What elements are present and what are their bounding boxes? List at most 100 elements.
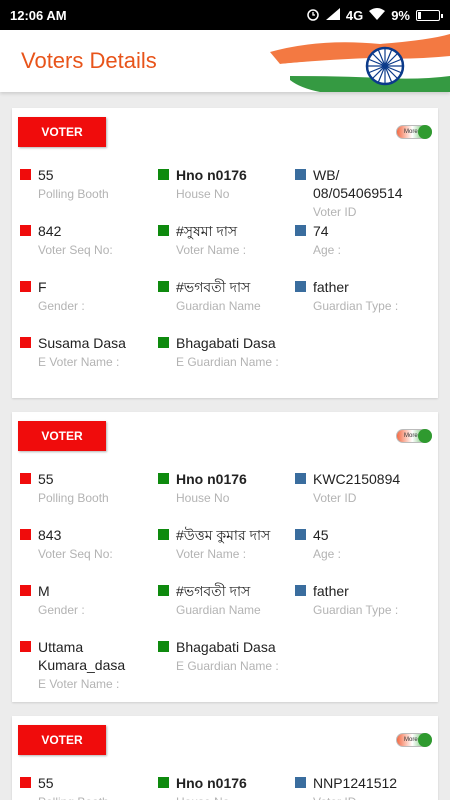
page-title: Voters Details: [21, 48, 157, 73]
field-label: Age :: [313, 243, 342, 257]
red-square-icon: [20, 641, 31, 652]
voter-field: #উত্তম কুমার দাস Voter Name :: [156, 526, 293, 582]
voter-field: #ভগবতী দাস Guardian Name: [156, 278, 293, 334]
field-value: father: [313, 583, 349, 599]
voter-field: Bhagabati Dasa E Guardian Name :: [156, 334, 293, 390]
field-label: Voter Seq No:: [38, 547, 113, 561]
green-square-icon: [158, 473, 169, 484]
field-value: 45: [313, 527, 329, 543]
voter-field: #সুষমা দাস Voter Name :: [156, 222, 293, 278]
voter-field: Hno n0176 House No: [156, 774, 293, 800]
voter-field: 843 Voter Seq No:: [18, 526, 156, 582]
field-value: father: [313, 279, 349, 295]
voter-field: Bhagabati Dasa E Guardian Name :: [156, 638, 293, 694]
card-header: VOTER More: [18, 116, 432, 148]
field-value: WB/ 08/054069514: [313, 167, 403, 201]
green-square-icon: [158, 641, 169, 652]
app-bar: Voters Details: [0, 30, 450, 92]
green-square-icon: [158, 585, 169, 596]
field-label: Guardian Type :: [313, 299, 399, 313]
more-toggle[interactable]: More: [396, 429, 432, 443]
network-type: 4G: [345, 7, 364, 23]
field-value: #সুষমা দাস: [176, 223, 238, 239]
voter-field: M Gender :: [18, 582, 156, 638]
field-label: E Guardian Name :: [176, 355, 279, 369]
field-value: 74: [313, 223, 329, 239]
card-header: VOTER More: [18, 420, 432, 452]
voter-field: #ভগবতী দাস Guardian Name: [156, 582, 293, 638]
battery-icon: [416, 9, 443, 21]
field-value: F: [38, 279, 47, 295]
field-value: 55: [38, 471, 54, 487]
red-square-icon: [20, 473, 31, 484]
card-header: VOTER More: [18, 724, 432, 756]
field-value: #উত্তম কুমার দাস: [176, 527, 271, 543]
red-square-icon: [20, 777, 31, 788]
voter-list: VOTER More 55 Polling Booth Hno n0176 House N…: [0, 92, 450, 800]
field-value: 842: [38, 223, 62, 239]
field-value: NNP1241512: [313, 775, 398, 791]
field-label: Polling Booth: [38, 187, 109, 201]
red-square-icon: [20, 169, 31, 180]
status-bar: 12:06 AM 4G 9%: [0, 0, 450, 30]
green-square-icon: [158, 777, 169, 788]
voter-field: father Guardian Type :: [293, 582, 430, 638]
field-label: House No: [176, 187, 230, 201]
battery-percent: 9%: [391, 7, 410, 23]
field-value: 55: [38, 167, 54, 183]
green-square-icon: [158, 225, 169, 236]
voter-field: Susama Dasa E Voter Name :: [18, 334, 156, 390]
red-square-icon: [20, 337, 31, 348]
field-label: E Voter Name :: [38, 355, 120, 369]
voter-card: VOTER More 55 Polling Booth Hno n0176 House N…: [12, 108, 438, 398]
field-value: Hno n0176: [176, 775, 247, 791]
more-toggle[interactable]: More: [396, 125, 432, 139]
field-label: House No: [176, 491, 230, 505]
field-value: Bhagabati Dasa: [176, 639, 276, 655]
voter-button[interactable]: VOTER: [18, 725, 106, 755]
status-icons: 4G 9%: [306, 7, 443, 24]
field-value: Hno n0176: [176, 471, 247, 487]
voter-field: 842 Voter Seq No:: [18, 222, 156, 278]
field-value: #ভগবতী দাস: [176, 583, 251, 599]
red-square-icon: [20, 529, 31, 540]
field-label: Voter ID: [313, 795, 430, 800]
wifi-icon: [369, 7, 386, 23]
field-label: Polling Booth: [38, 491, 109, 505]
voter-fields: 55 Polling Booth Hno n0176 House No WB/ 08/0…: [18, 166, 432, 390]
alarm-icon: [306, 7, 320, 24]
green-square-icon: [158, 529, 169, 540]
field-label: Guardian Name: [176, 299, 261, 313]
field-label: Voter ID: [313, 205, 357, 219]
green-square-icon: [158, 337, 169, 348]
field-label: Guardian Type :: [313, 603, 399, 617]
voter-field: 45 Age :: [293, 526, 430, 582]
voter-field: WB/ 08/054069514 Voter ID: [293, 166, 430, 222]
voter-button[interactable]: VOTER: [18, 421, 106, 451]
signal-icon: [325, 7, 340, 23]
field-label: E Guardian Name :: [176, 659, 279, 673]
field-value: #ভগবতী দাস: [176, 279, 251, 295]
voter-field: father Guardian Type :: [293, 278, 430, 334]
field-value: Hno n0176: [176, 167, 247, 183]
field-label: Gender :: [38, 603, 85, 617]
field-label: Guardian Name: [176, 603, 261, 617]
blue-square-icon: [295, 281, 306, 292]
field-value: 843: [38, 527, 62, 543]
field-value: KWC2150894: [313, 471, 401, 487]
voter-field: F Gender :: [18, 278, 156, 334]
red-square-icon: [20, 585, 31, 596]
voter-button[interactable]: VOTER: [18, 117, 106, 147]
green-square-icon: [158, 169, 169, 180]
blue-square-icon: [295, 169, 306, 180]
field-value: Bhagabati Dasa: [176, 335, 276, 351]
more-toggle[interactable]: More: [396, 733, 432, 747]
field-label: Age :: [313, 547, 342, 561]
field-value: Susama Dasa: [38, 335, 126, 351]
voter-field: Hno n0176 House No: [156, 166, 293, 222]
india-flag-icon: [270, 34, 450, 92]
blue-square-icon: [295, 225, 306, 236]
voter-field: 55 Polling Booth: [18, 774, 156, 800]
field-label: Voter Name :: [176, 547, 247, 561]
field-label: Gender :: [38, 299, 85, 313]
